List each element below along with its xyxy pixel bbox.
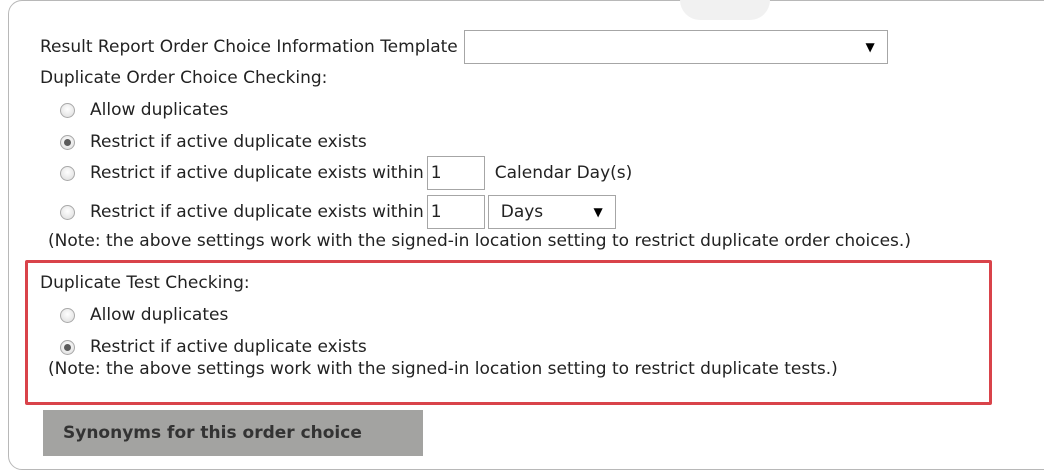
radio-restrict-active[interactable] (60, 134, 75, 150)
calendar-days-suffix: Calendar Day(s) (494, 163, 633, 183)
test-option-allow[interactable]: Allow duplicates (60, 305, 228, 325)
chevron-down-icon: ▼ (865, 40, 875, 54)
order-checking-heading: Duplicate Order Choice Checking: (40, 68, 327, 88)
order-checking-heading-text: Duplicate Order Choice Checking: (40, 68, 328, 88)
order-option-allow[interactable]: Allow duplicates (60, 100, 228, 120)
unit-select[interactable]: Days ▼ (487, 195, 616, 229)
test-checking-heading: Duplicate Test Checking: (40, 273, 250, 293)
order-checking-note-text: (Note: the above settings work with the … (48, 231, 911, 251)
test-checking-note: (Note: the above settings work with the … (48, 359, 838, 379)
order-option-restrict-label: Restrict if active duplicate exists (90, 132, 367, 152)
test-checking-note-text: (Note: the above settings work with the … (48, 359, 838, 379)
radio-restrict-within-calendar[interactable] (60, 165, 75, 181)
test-option-restrict[interactable]: Restrict if active duplicate exists (60, 337, 367, 357)
radio-test-allow-duplicates[interactable] (60, 307, 75, 323)
order-checking-note: (Note: the above settings work with the … (48, 231, 911, 251)
template-row: Result Report Order Choice Information T… (40, 30, 888, 64)
watermark-shape (680, 0, 770, 20)
synonyms-button[interactable]: Synonyms for this order choice (43, 410, 423, 456)
order-option-within-calendar[interactable]: Restrict if active duplicate exists with… (60, 156, 632, 190)
order-option-within-unit-label: Restrict if active duplicate exists with… (90, 202, 424, 222)
radio-allow-duplicates[interactable] (60, 102, 75, 118)
order-option-within-calendar-label: Restrict if active duplicate exists with… (90, 163, 424, 183)
test-option-restrict-label: Restrict if active duplicate exists (90, 337, 367, 357)
synonyms-button-label: Synonyms for this order choice (63, 423, 362, 443)
order-option-restrict[interactable]: Restrict if active duplicate exists (60, 132, 367, 152)
unit-select-value: Days (500, 202, 544, 222)
order-option-allow-label: Allow duplicates (90, 100, 229, 120)
radio-test-restrict-active[interactable] (60, 339, 75, 355)
template-select[interactable]: ▼ (463, 30, 888, 64)
test-checking-heading-text: Duplicate Test Checking: (40, 273, 250, 293)
test-option-allow-label: Allow duplicates (90, 305, 229, 325)
chevron-down-icon: ▼ (593, 205, 603, 219)
calendar-days-input[interactable]: 1 (426, 156, 485, 190)
order-option-within-unit[interactable]: Restrict if active duplicate exists with… (60, 195, 616, 229)
unit-count-input[interactable]: 1 (426, 195, 485, 229)
radio-restrict-within-unit[interactable] (60, 204, 75, 220)
template-label: Result Report Order Choice Information T… (40, 37, 458, 57)
